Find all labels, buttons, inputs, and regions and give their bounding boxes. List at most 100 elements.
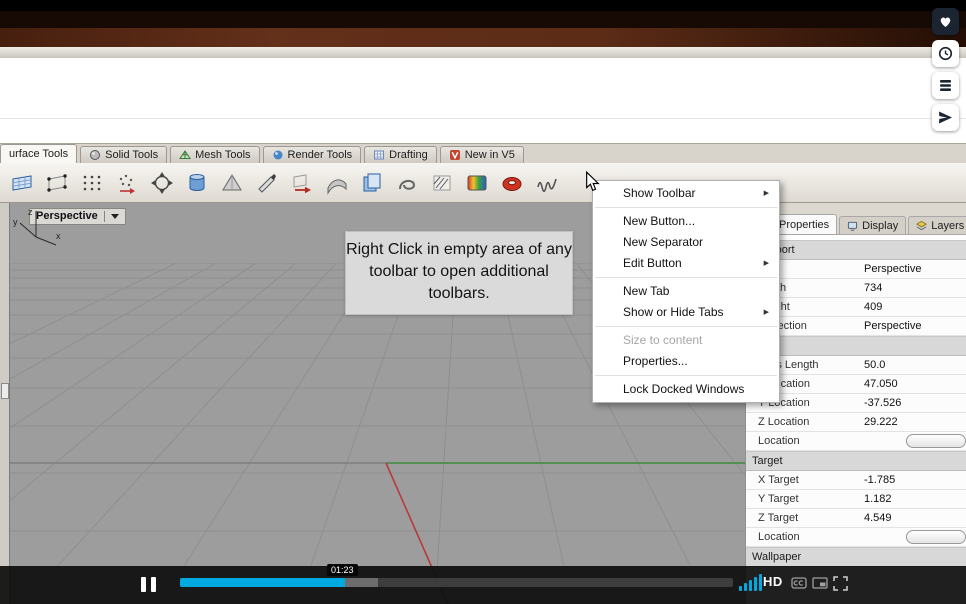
point-cloud-icon[interactable] [111,167,142,198]
mouse-cursor [586,171,600,192]
clock-icon [938,46,953,61]
captions-icon[interactable] [791,576,807,590]
tab-new-in-v5[interactable]: New in V5 [439,146,524,163]
menu-item-new-separator[interactable]: New Separator [593,232,779,253]
extend-surface-icon[interactable] [286,167,317,198]
menu-separator [595,277,777,278]
context-menu: Show Toolbar New Button... New Separator… [592,180,780,403]
stack-icon [940,80,951,91]
y-axis-label: y [13,217,18,227]
menu-item-properties[interactable]: Properties... [593,351,779,372]
video-player: urface Tools Solid Tools Mesh Tools Rend… [0,0,966,604]
heart-icon [940,17,951,27]
player-overlay-buttons [932,8,959,131]
main-toolbar [0,163,966,362]
menu-item-size-to-content: Size to content [623,333,703,347]
tab-mesh-tools[interactable]: Mesh Tools [170,146,260,163]
solid-sphere-icon [90,150,101,160]
menu-separator [595,375,777,376]
panel-section[interactable]: Target [746,451,966,471]
window-frame-strip [0,11,966,28]
menu-separator [595,207,777,208]
pip-icon[interactable] [812,576,828,590]
tab-label: urface Tools [9,148,69,160]
pages-icon[interactable] [356,167,387,198]
v5-badge-icon [449,150,460,160]
place-location-button[interactable] [906,530,966,544]
volume-bars[interactable] [739,574,762,591]
hd-badge: HD [763,574,783,589]
menu-item-edit-button[interactable]: Edit Button [593,253,779,274]
cylinder-icon[interactable] [181,167,212,198]
torus-icon[interactable] [496,167,527,198]
layers-stack-icon [916,220,928,230]
curve-squiggle-icon[interactable] [531,167,562,198]
progress-bar[interactable] [180,578,733,587]
panel-row[interactable]: Location [746,432,966,451]
command-area [0,58,966,144]
tutorial-callout-text: Right Click in empty area of any toolbar… [346,241,572,302]
player-top-bar [0,0,966,11]
drafting-grid-icon [374,150,385,160]
tab-surface-tools[interactable]: urface Tools [0,144,78,163]
collections-button[interactable] [932,72,959,99]
tab-label: Solid Tools [105,149,159,161]
surface-corner-points-icon[interactable] [41,167,72,198]
hatch-icon[interactable] [426,167,457,198]
left-dock-widget[interactable] [1,383,9,399]
place-location-button[interactable] [906,434,966,448]
tab-label: Mesh Tools [195,149,251,161]
chevron-down-icon [110,213,119,219]
render-sphere-icon [273,150,283,160]
tab-solid-tools[interactable]: Solid Tools [80,146,168,163]
tab-render-tools[interactable]: Render Tools [262,146,362,163]
panel-section[interactable]: Wallpaper [746,547,966,567]
display-monitor-icon [848,221,858,231]
tab-label: New in V5 [464,149,515,161]
menu-item-new-tab[interactable]: New Tab [593,281,779,302]
mesh-triangle-icon [179,150,192,159]
left-dock-strip [0,203,9,604]
tab-label: Drafting [389,149,428,161]
orient-compass-icon[interactable] [146,167,177,198]
point-grid-icon[interactable] [76,167,107,198]
panel-row[interactable]: Z Location 29.222 [746,413,966,432]
time-tooltip: 01:23 [327,564,358,576]
progress-played [180,578,345,587]
watch-later-button[interactable] [932,40,959,67]
knife-icon[interactable] [251,167,282,198]
axis-gizmo: z y x [13,207,61,246]
paper-plane-icon [939,111,952,124]
panel-tab-label: Display [862,219,899,232]
analysis-rainbow-icon[interactable] [461,167,492,198]
panel-tab-display[interactable]: Display [839,216,907,234]
surface-grid-icon[interactable] [6,167,37,198]
pause-button[interactable] [130,571,166,597]
like-button[interactable] [932,8,959,35]
panel-row[interactable]: Z Target 4.549 [746,509,966,528]
tab-drafting[interactable]: Drafting [364,146,437,163]
x-axis-label: x [56,231,61,241]
panel-row[interactable]: Location [746,528,966,547]
fullscreen-icon[interactable] [833,576,848,591]
menu-item-new-button[interactable]: New Button... [593,211,779,232]
tab-label: Render Tools [287,149,353,161]
menu-item-lock-docked-windows[interactable]: Lock Docked Windows [593,379,779,400]
menu-item-show-toolbar[interactable]: Show Toolbar [593,183,779,204]
menu-item-show-or-hide-tabs[interactable]: Show or Hide Tabs [593,302,779,323]
share-button[interactable] [932,104,959,131]
window-titlebar [0,28,966,47]
twist-icon[interactable] [391,167,422,198]
panel-row[interactable]: X Target -1.785 [746,471,966,490]
viewport-title-separator [103,210,105,222]
menu-separator [595,326,777,327]
sweep-icon[interactable] [321,167,352,198]
tutorial-callout: Right Click in empty area of any toolbar… [345,231,573,315]
z-axis-label: z [28,207,33,217]
panel-tab-label: Properties [779,218,830,231]
player-controls: 01:23 HD [0,564,966,604]
panel-row[interactable]: Y Target 1.182 [746,490,966,509]
panel-tab-layers[interactable]: Layers [908,216,966,234]
toolbar-tab-bar: urface Tools Solid Tools Mesh Tools Rend… [0,144,966,163]
pyramid-icon[interactable] [216,167,247,198]
